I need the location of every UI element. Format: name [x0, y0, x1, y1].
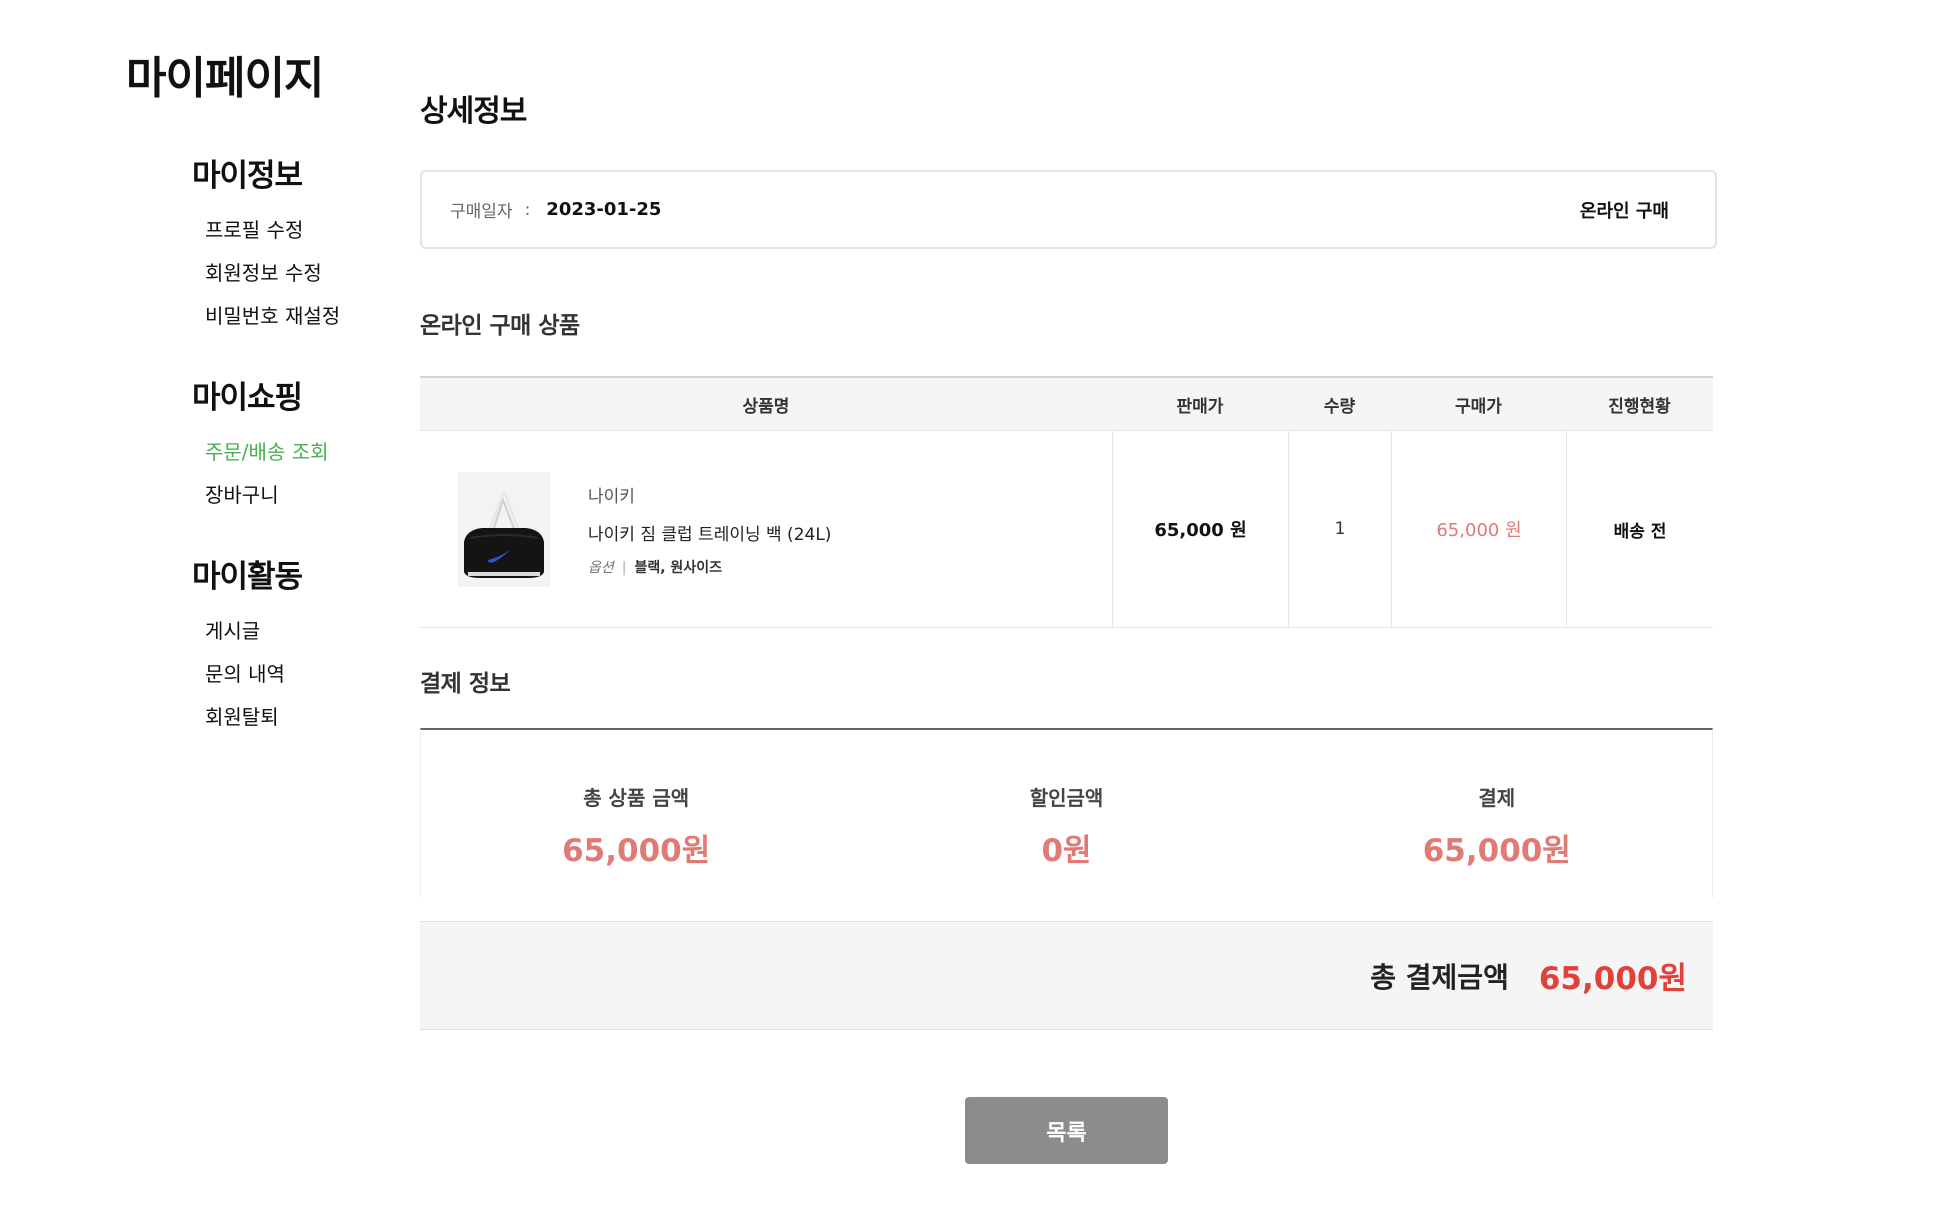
payment-item-paid: 결제 65,000원 [1282, 730, 1712, 898]
payment-value: 65,000원 [1422, 833, 1571, 869]
payment-value: 65,000원 [562, 833, 711, 869]
payment-summary: 총 상품 금액 65,000원 할인금액 0원 결제 65,000원 [420, 728, 1713, 898]
total-payment-bar: 총 결제금액 65,000원 [420, 921, 1713, 1030]
menu-group-my-activity: 마이활동 게시글 문의 내역 회원탈퇴 [192, 551, 303, 739]
menu-list: 프로필 수정 회원정보 수정 비밀번호 재설정 [192, 209, 340, 338]
sale-price-cell: 65,000 원 [1112, 431, 1288, 627]
menu-list: 게시글 문의 내역 회원탈퇴 [192, 610, 302, 739]
sidebar-item-posts[interactable]: 게시글 [205, 610, 302, 653]
quantity: 1 [1334, 519, 1346, 539]
menu-group-my-shopping: 마이쇼핑 주문/배송 조회 장바구니 [192, 372, 329, 517]
products-title: 온라인 구매 상품 [420, 313, 580, 339]
option-label: 옵션 [588, 559, 614, 576]
payment-title: 결제 정보 [420, 671, 511, 697]
menu-group-title: 마이쇼핑 [192, 380, 303, 416]
total-payment-label: 총 결제금액 [1370, 960, 1509, 994]
product-thumbnail[interactable] [458, 471, 550, 587]
option-separator: | [621, 559, 627, 576]
menu-group-my-info: 마이정보 프로필 수정 회원정보 수정 비밀번호 재설정 [192, 150, 340, 338]
purchase-price: 65,000 원 [1436, 520, 1522, 541]
list-button[interactable]: 목록 [965, 1097, 1168, 1164]
purchase-date-colon: : [524, 199, 531, 220]
header-purchase-price: 구매가 [1455, 396, 1502, 417]
product-name[interactable]: 나이키 짐 클럽 트레이닝 백 (24L) [588, 520, 831, 545]
product-brand: 나이키 [588, 486, 635, 507]
purchase-date: 2023-01-25 [546, 199, 662, 220]
purchase-price-cell: 65,000 원 [1391, 431, 1566, 627]
purchase-type: 온라인 구매 [1579, 200, 1669, 222]
sidebar-item-order-delivery[interactable]: 주문/배송 조회 [205, 431, 329, 474]
sidebar: 마이페이지 마이정보 프로필 수정 회원정보 수정 비밀번호 재설정 마이쇼핑 … [0, 0, 400, 1208]
sidebar-item-profile-edit[interactable]: 프로필 수정 [205, 209, 340, 252]
menu-list: 주문/배송 조회 장바구니 [192, 431, 329, 517]
menu-group-title: 마이활동 [192, 559, 303, 595]
menu-group-title: 마이정보 [192, 158, 303, 194]
product-table: 상품명 판매가 수량 구매가 진행현황 나이키 나이키 짐 클럽 트레이닝 백 … [420, 376, 1713, 628]
sale-price: 65,000 원 [1154, 520, 1247, 541]
payment-label: 할인금액 [1029, 786, 1104, 810]
header-quantity: 수량 [1323, 396, 1356, 417]
payment-label: 결제 [1478, 786, 1516, 810]
header-status: 진행현황 [1608, 396, 1671, 417]
payment-label: 총 상품 금액 [583, 786, 690, 810]
table-row: 나이키 나이키 짐 클럽 트레이닝 백 (24L) 옵션 | 블랙, 원사이즈 65… [420, 431, 1713, 628]
product-info: 나이키 나이키 짐 클럽 트레이닝 백 (24L) 옵션 | 블랙, 원사이즈 [588, 482, 831, 577]
section-title: 상세정보 [420, 94, 527, 129]
page-title: 마이페이지 [126, 53, 324, 104]
payment-item-discount: 할인금액 0원 [851, 730, 1281, 898]
header-sale-price: 판매가 [1176, 396, 1224, 417]
sidebar-item-inquiries[interactable]: 문의 내역 [205, 653, 302, 696]
product-option: 옵션 | 블랙, 원사이즈 [588, 557, 831, 577]
purchase-date-label: 구매일자 [450, 202, 513, 222]
gym-bag-image [458, 471, 550, 587]
payment-value: 0원 [1041, 833, 1092, 869]
sidebar-item-withdraw[interactable]: 회원탈퇴 [205, 696, 302, 739]
sidebar-item-cart[interactable]: 장바구니 [205, 474, 329, 517]
quantity-cell: 1 [1288, 431, 1391, 627]
payment-item-total-products: 총 상품 금액 65,000원 [421, 730, 851, 898]
status-badge: 배송 전 [1613, 521, 1667, 542]
sidebar-item-member-info-edit[interactable]: 회원정보 수정 [205, 252, 340, 295]
status-cell: 배송 전 [1566, 431, 1713, 627]
purchase-info-box: 구매일자 : 2023-01-25 온라인 구매 [420, 170, 1717, 249]
table-header: 상품명 판매가 수량 구매가 진행현황 [420, 376, 1713, 431]
sidebar-item-password-reset[interactable]: 비밀번호 재설정 [205, 295, 340, 338]
product-cell: 나이키 나이키 짐 클럽 트레이닝 백 (24L) 옵션 | 블랙, 원사이즈 [420, 431, 1112, 627]
header-product-name: 상품명 [742, 396, 790, 417]
option-value: 블랙, 원사이즈 [634, 559, 722, 576]
total-payment-value: 65,000원 [1538, 961, 1687, 997]
